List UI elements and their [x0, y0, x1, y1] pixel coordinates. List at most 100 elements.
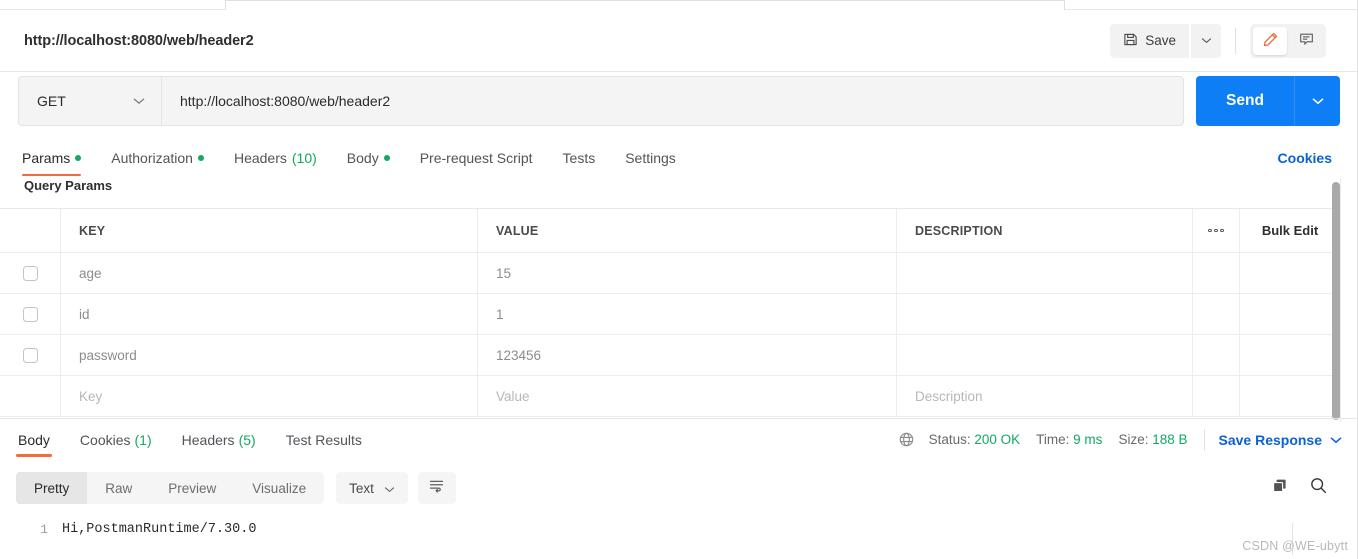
response-tab-body[interactable]: Body — [14, 419, 54, 461]
modified-dot-icon — [197, 155, 204, 161]
response-tab-headers-label: Headers — [181, 431, 235, 448]
response-body-viewer[interactable]: 1 Hi,PostmanRuntime/7.30.0 — [0, 516, 1358, 559]
format-visualize[interactable]: Visualize — [234, 472, 324, 504]
response-tab-headers[interactable]: Headers (5) — [178, 419, 260, 461]
table-row[interactable]: id 1 — [0, 294, 1340, 335]
row-key-cell[interactable]: Key — [61, 376, 478, 416]
row-value-value: 15 — [496, 265, 512, 281]
save-button[interactable]: Save — [1110, 23, 1189, 58]
send-options-chevron-down-icon[interactable] — [1294, 76, 1340, 126]
more-options-icon — [1208, 228, 1224, 233]
request-tabs: Params Authorization Headers (10) Body P… — [0, 138, 1358, 178]
row-value-cell[interactable]: Value — [478, 376, 897, 416]
row-checkbox-cell[interactable] — [0, 253, 61, 293]
row-description-cell[interactable] — [897, 294, 1193, 334]
table-header-row: KEY VALUE DESCRIPTION Bulk Edit — [0, 209, 1340, 253]
header-actions: Save — [1110, 23, 1358, 58]
tab-headers[interactable]: Headers (10) — [234, 138, 317, 178]
url-input[interactable] — [161, 76, 1184, 126]
tab-headers-label: Headers — [233, 150, 287, 166]
column-header-key: KEY — [79, 223, 106, 238]
row-description-cell[interactable] — [897, 335, 1193, 375]
chevron-down-icon — [133, 92, 145, 110]
row-checkbox[interactable] — [22, 306, 38, 322]
response-tab-body-label: Body — [18, 431, 50, 448]
save-response-button[interactable]: Save Response — [1219, 432, 1323, 448]
row-value-cell[interactable]: 123456 — [478, 335, 897, 375]
format-preview[interactable]: Preview — [150, 472, 234, 504]
row-description-cell[interactable] — [897, 253, 1193, 293]
row-checkbox[interactable] — [22, 347, 38, 363]
response-format-toolbar: Pretty Raw Preview Visualize Text — [0, 464, 1358, 512]
tab-params[interactable]: Params — [22, 138, 82, 178]
size-label: Size: — [1118, 432, 1149, 447]
tab-tests[interactable]: Tests — [563, 138, 596, 178]
row-value-cell[interactable]: 1 — [478, 294, 897, 334]
tab-settings[interactable]: Settings — [625, 138, 676, 178]
save-button-label: Save — [1145, 33, 1176, 48]
search-icon[interactable] — [1309, 476, 1328, 500]
tab-authorization[interactable]: Authorization — [111, 138, 204, 178]
bulk-edit-cell[interactable]: Bulk Edit — [1240, 209, 1340, 252]
response-tab-cookies-label: Cookies — [79, 431, 131, 448]
tab-tests-label: Tests — [562, 150, 596, 166]
row-bulk-cell — [1240, 335, 1340, 375]
row-options-cell — [1193, 376, 1240, 416]
row-value-cell[interactable]: 15 — [478, 253, 897, 293]
word-wrap-button[interactable] — [417, 472, 456, 504]
row-value-value: 123456 — [496, 347, 542, 363]
row-description-cell[interactable]: Description — [897, 376, 1193, 416]
tab-headers-count: (10) — [291, 150, 317, 166]
tab-body[interactable]: Body — [347, 138, 390, 178]
response-tab-test-results[interactable]: Test Results — [282, 419, 366, 461]
row-checkbox-cell[interactable] — [0, 294, 61, 334]
table-row[interactable]: password 123456 — [0, 335, 1340, 376]
tab-params-label: Params — [22, 150, 71, 166]
tab-pre-request-script[interactable]: Pre-request Script — [420, 138, 533, 178]
row-checkbox-cell[interactable] — [0, 335, 61, 375]
pencil-icon-button[interactable] — [1253, 26, 1287, 55]
status-label: Status: — [928, 432, 971, 447]
copy-icon[interactable] — [1271, 477, 1289, 500]
format-pretty[interactable]: Pretty — [16, 472, 88, 504]
size-value: 188 B — [1152, 432, 1188, 447]
save-response-chevron-down-icon[interactable] — [1330, 436, 1342, 444]
row-description-placeholder: Description — [915, 388, 983, 404]
format-raw[interactable]: Raw — [87, 472, 150, 504]
vertical-scrollbar-thumb[interactable] — [1332, 182, 1340, 420]
tab-authorization-label: Authorization — [111, 150, 193, 166]
save-options-chevron-down-icon[interactable] — [1191, 23, 1221, 58]
line-content: Hi,PostmanRuntime/7.30.0 — [62, 522, 257, 537]
cookies-link[interactable]: Cookies — [1278, 150, 1332, 166]
line-number: 1 — [40, 522, 48, 537]
http-method-select[interactable]: GET — [18, 76, 161, 126]
http-method-label: GET — [37, 93, 66, 109]
row-key-cell[interactable]: password — [61, 335, 478, 375]
response-bar: Body Cookies (1) Headers (5) Test Result… — [0, 418, 1358, 460]
row-checkbox[interactable] — [22, 265, 38, 281]
row-bulk-cell — [1240, 376, 1340, 416]
table-row[interactable]: age 15 — [0, 253, 1340, 294]
row-key-cell[interactable]: age — [61, 253, 478, 293]
tab-body-label: Body — [346, 150, 379, 166]
size-badge: Size: 188 B — [1118, 432, 1187, 447]
response-tab-cookies[interactable]: Cookies (1) — [76, 419, 156, 461]
response-body-actions — [1271, 476, 1358, 500]
content-type-select[interactable]: Text — [336, 472, 408, 504]
send-button[interactable]: Send — [1196, 76, 1294, 126]
modified-dot-icon — [383, 155, 390, 161]
comment-icon-button[interactable] — [1289, 27, 1323, 55]
row-value-placeholder: Value — [496, 388, 530, 404]
table-row-placeholder[interactable]: Key Value Description — [0, 376, 1340, 417]
row-key-cell[interactable]: id — [61, 294, 478, 334]
watermark: CSDN @WE-ubytt — [1242, 539, 1348, 553]
query-params-table: KEY VALUE DESCRIPTION Bulk Edit age 15 i… — [0, 208, 1340, 417]
tab-strip-segment[interactable] — [225, 0, 1065, 10]
row-bulk-cell — [1240, 253, 1340, 293]
response-tab-cookies-count: (1) — [134, 431, 152, 448]
more-options-cell[interactable] — [1193, 209, 1240, 252]
header-cell-checkbox — [0, 209, 61, 252]
scrollbar-track — [1340, 178, 1358, 422]
floppy-disk-icon — [1123, 32, 1138, 50]
tab-settings-label: Settings — [625, 150, 676, 166]
